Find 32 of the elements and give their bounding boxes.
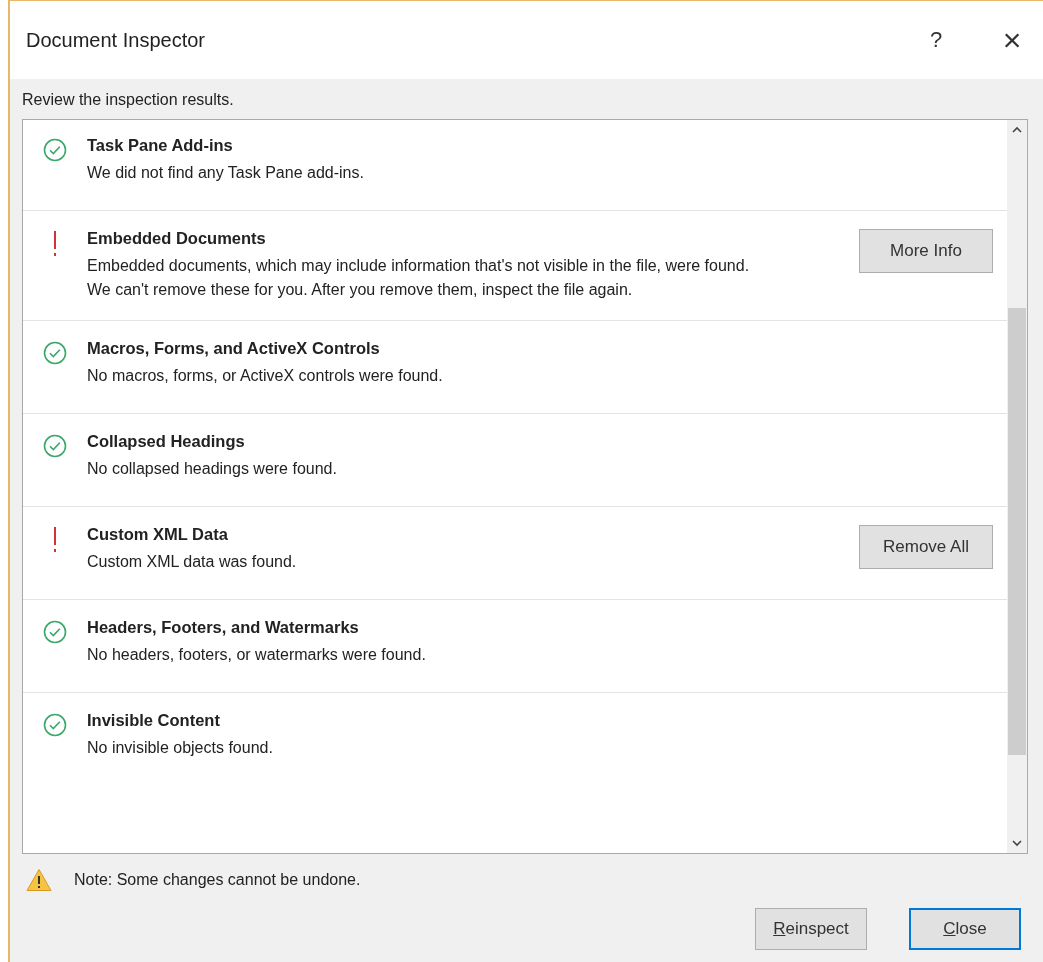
result-title: Embedded Documents xyxy=(87,229,267,248)
action-button[interactable]: More Info xyxy=(859,229,993,273)
note-text: Note: Some changes cannot be undone. xyxy=(74,871,361,889)
result-title: Headers, Footers, and Watermarks xyxy=(87,618,360,637)
result-message: No macros, forms, or ActiveX controls were found. xyxy=(87,366,444,386)
result-message: No collapsed headings were found. xyxy=(87,459,338,479)
scrollbar[interactable] xyxy=(1007,120,1027,853)
result-title: Custom XML Data xyxy=(87,525,229,544)
warning-icon xyxy=(26,868,52,892)
result-message: We did not find any Task Pane add-ins. xyxy=(87,163,365,183)
help-button[interactable]: ? xyxy=(913,20,959,60)
result-title: Macros, Forms, and ActiveX Controls xyxy=(87,339,381,358)
result-title: Invisible Content xyxy=(87,711,221,730)
instruction-text: Review the inspection results. xyxy=(22,90,235,110)
result-message: No invisible objects found. xyxy=(87,738,274,758)
check-circle-icon xyxy=(43,434,67,458)
result-message: Custom XML data was found. xyxy=(87,552,298,572)
result-title: Collapsed Headings xyxy=(87,432,246,451)
close-button[interactable]: × xyxy=(989,20,1035,60)
dialog-button[interactable]: Close xyxy=(909,908,1021,950)
window-title: Document Inspector xyxy=(26,28,206,52)
exclamation-icon xyxy=(52,527,58,553)
result-message: No headers, footers, or watermarks were found. xyxy=(87,645,427,665)
check-circle-icon xyxy=(43,341,67,365)
check-circle-icon xyxy=(43,138,67,162)
check-circle-icon xyxy=(43,620,67,644)
result-message: Embedded documents, which may include information that's not visible in the file, were found. We can't remove these for you. After you remove them, inspect the file again. xyxy=(87,256,751,300)
exclamation-icon xyxy=(52,231,58,257)
check-circle-icon xyxy=(43,713,67,737)
dialog-button[interactable]: Reinspect xyxy=(755,908,867,950)
result-title: Task Pane Add-ins xyxy=(87,136,234,155)
action-button[interactable]: Remove All xyxy=(859,525,993,569)
